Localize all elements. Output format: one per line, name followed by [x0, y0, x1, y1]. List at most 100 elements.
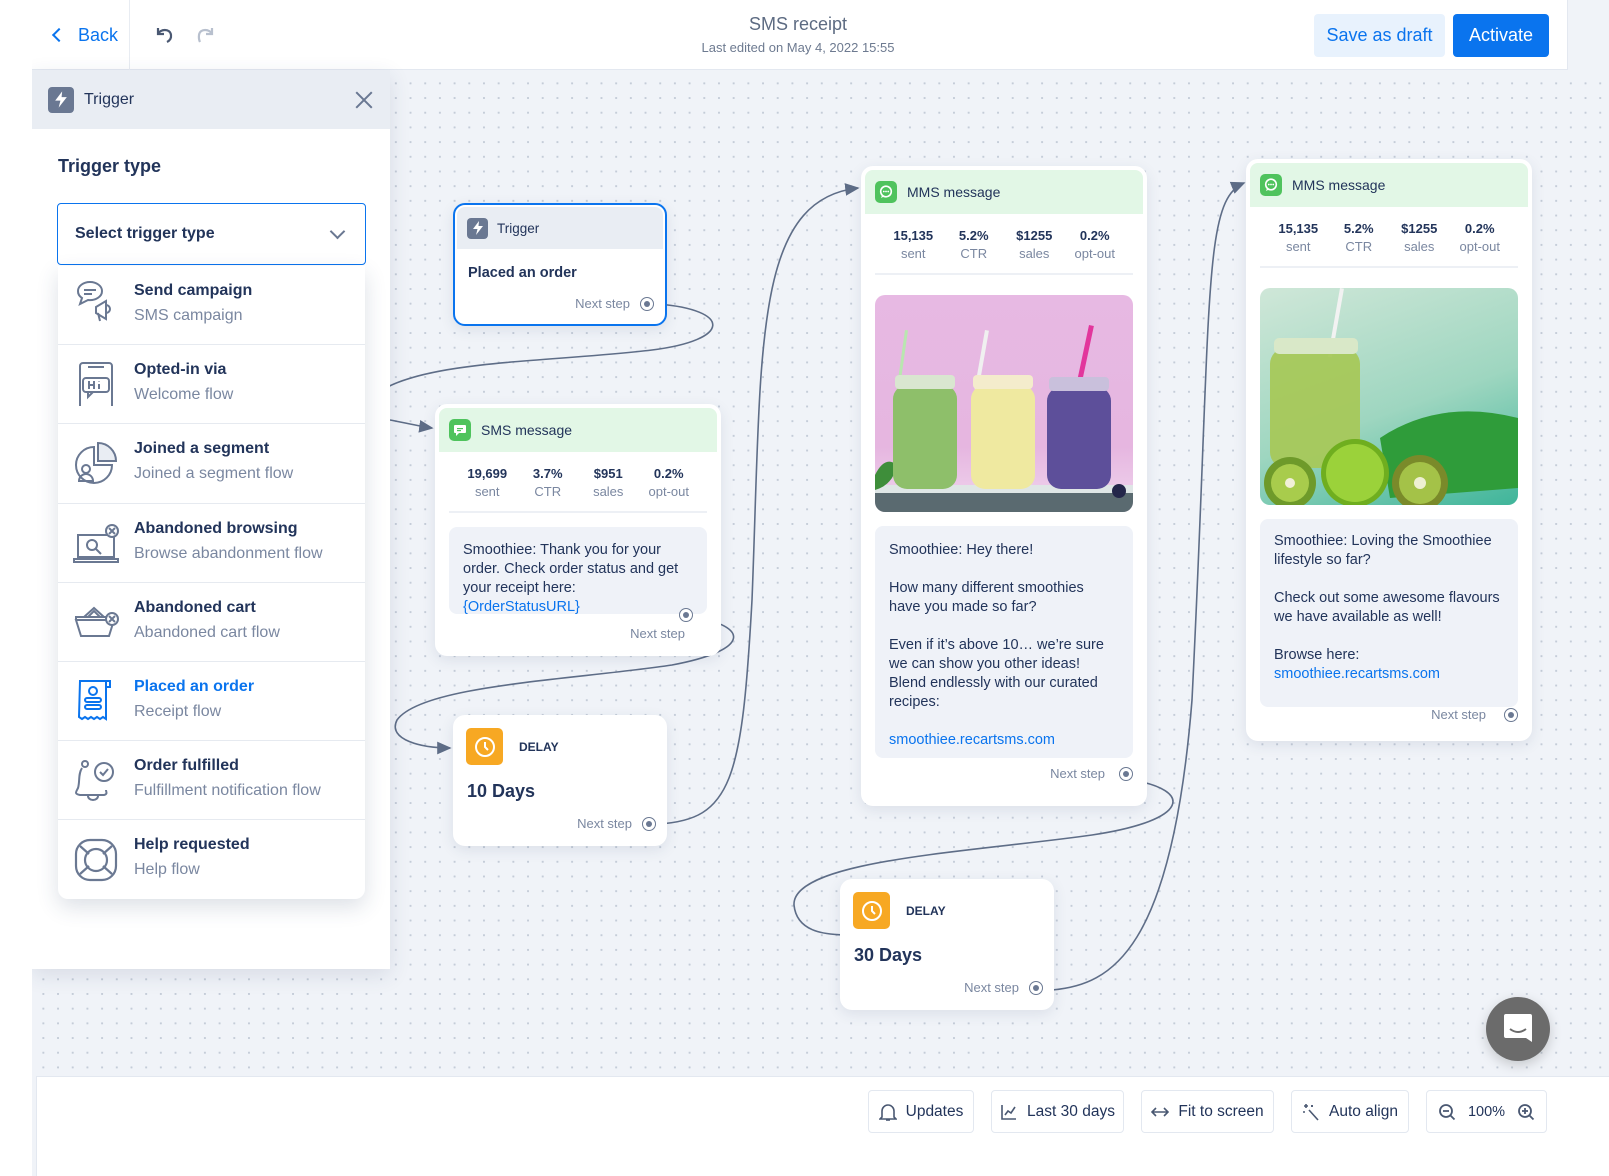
mms-1-link[interactable]: smoothiee.recartsms.com: [889, 731, 1119, 750]
trigger-type-label: Trigger type: [58, 156, 162, 176]
redo-icon[interactable]: [194, 22, 218, 46]
megaphone-chat-icon: [77, 281, 111, 322]
sms-message-bubble: Smoothiee: Thank you for your order. Che…: [449, 527, 707, 615]
stat-opt-out: 0.2% opt-out: [1074, 228, 1115, 261]
support-chat-button[interactable]: [1486, 997, 1550, 1061]
updates-label: Updates: [905, 1102, 964, 1120]
date-range-button[interactable]: Last 30 days: [991, 1090, 1124, 1133]
clock-icon: [853, 892, 890, 929]
mms-2-paragraph: Browse here:: [1274, 647, 1360, 663]
delay-label: DELAY: [519, 739, 559, 754]
option-joined-segment[interactable]: Joined a segment Joined a segment flow: [58, 424, 365, 504]
option-order-fulfilled[interactable]: Order fulfilled Fulfillment notification …: [58, 741, 365, 821]
auto-align-label: Auto align: [1329, 1102, 1398, 1120]
mms-1-stats: 15,135 sent 5.2% CTR $1255 sales 0.2% opt-ou…: [875, 214, 1133, 275]
next-step-handle[interactable]: Next step: [577, 816, 656, 831]
stat-sales: $1255 sales: [1016, 228, 1053, 261]
trigger-node-header: Trigger: [457, 207, 663, 249]
connector-dot-icon: [679, 608, 693, 622]
arrows-horizontal-icon: [1151, 1106, 1170, 1117]
option-title: Joined a segment: [134, 440, 270, 458]
stat-opt-out: 0.2% opt-out: [648, 466, 689, 499]
top-bar: Back SMS receipt Last edited on May 4, 2…: [32, 0, 1568, 70]
bottom-toolbar: Updates Last 30 days Fit to screen Auto …: [36, 1076, 1609, 1176]
lightning-icon: [48, 86, 74, 113]
save-as-draft-button[interactable]: Save as draft: [1314, 14, 1445, 57]
stat-sent: 15,135 sent: [893, 228, 934, 261]
connector-dot-icon: [642, 816, 656, 831]
trigger-panel-header: Trigger: [32, 70, 390, 129]
next-step-label: Next step: [1431, 707, 1486, 722]
connector-dot-icon: [1504, 707, 1518, 722]
green-smoothie-illustration: [1264, 288, 1518, 505]
delay-value: 10 Days: [467, 781, 536, 801]
sms-message-text: Smoothiee: Thank you for your order. Che…: [463, 542, 679, 596]
mms-chat-icon: [875, 181, 897, 203]
next-step-handle[interactable]: [679, 608, 693, 622]
connector-dot-icon: [640, 296, 654, 311]
sms-node-title: SMS message: [481, 422, 573, 438]
delay-1-header: DELAY: [466, 728, 559, 765]
delay-value: 30 Days: [854, 945, 923, 965]
next-step-handle[interactable]: Next step: [1050, 766, 1133, 781]
trigger-node[interactable]: Trigger Placed an order Next step: [453, 203, 667, 326]
mms-message-node-2[interactable]: MMS message 15,135 sent 5.2% CTR $1255 sale…: [1246, 159, 1532, 741]
option-abandoned-browsing[interactable]: Abandoned browsing Browse abandonment flo…: [58, 504, 365, 583]
connector-dot-icon: [1029, 980, 1043, 995]
back-button[interactable]: Back: [32, 0, 130, 70]
next-step-label: Next step: [577, 816, 632, 831]
flow-editor: Back SMS receipt Last edited on May 4, 2…: [32, 0, 1609, 1176]
auto-align-button[interactable]: Auto align: [1291, 1090, 1409, 1133]
trigger-type-placeholder: Select trigger type: [75, 225, 215, 242]
mms-1-paragraph: Even if it’s above 10… we’re sure we can…: [889, 637, 1104, 710]
activate-button[interactable]: Activate: [1453, 14, 1549, 57]
delay-node-2[interactable]: DELAY 30 Days Next step: [840, 879, 1054, 1010]
option-title: Abandoned browsing: [134, 519, 298, 537]
trigger-type-select[interactable]: Select trigger type: [57, 203, 366, 265]
fit-to-screen-label: Fit to screen: [1178, 1102, 1264, 1120]
option-title: Opted-in via: [134, 361, 227, 379]
mms-2-link[interactable]: smoothiee.recartsms.com: [1274, 665, 1504, 684]
next-step-handle[interactable]: Next step: [1431, 707, 1518, 722]
next-step-handle[interactable]: Next step: [964, 980, 1043, 995]
mms-1-header: MMS message: [865, 170, 1143, 214]
mms-1-paragraph: Smoothiee: Hey there!: [889, 542, 1034, 558]
mms-2-image: [1260, 288, 1518, 505]
zoom-in-icon[interactable]: [1517, 1103, 1535, 1121]
stat-opt-out: 0.2% opt-out: [1459, 221, 1500, 254]
bell-icon: [878, 1103, 897, 1121]
chevron-down-icon: [329, 223, 346, 240]
undo-icon[interactable]: [152, 22, 176, 46]
mms-message-node-1[interactable]: MMS message 15,135 sent 5.2% CTR $1255 sale…: [861, 166, 1147, 806]
mms-1-paragraph: How many different smoothies have you ma…: [889, 580, 1084, 615]
order-status-url-token[interactable]: {OrderStatusURL}: [463, 599, 580, 615]
stat-sales: $1255 sales: [1401, 221, 1438, 254]
option-opted-in-via[interactable]: Opted-in via Welcome flow: [58, 345, 365, 425]
next-step-handle[interactable]: Next step: [575, 296, 654, 311]
bell-check-icon: [75, 760, 114, 802]
next-step-label: Next step: [964, 980, 1019, 995]
mms-1-image: [875, 295, 1133, 512]
updates-button[interactable]: Updates: [868, 1090, 974, 1133]
stat-sent: 15,135 sent: [1278, 221, 1319, 254]
zoom-level: 100%: [1467, 1103, 1506, 1120]
option-abandoned-cart[interactable]: Abandoned cart Abandoned cart flow: [58, 583, 365, 662]
line-chart-icon: [1001, 1104, 1017, 1120]
stat-sales: $951 sales: [593, 466, 624, 499]
flow-title: SMS receipt: [748, 14, 848, 34]
trigger-node-value: Placed an order: [468, 265, 577, 281]
stat-ctr: 5.2% CTR: [958, 228, 989, 261]
fit-to-screen-button[interactable]: Fit to screen: [1141, 1090, 1274, 1133]
laptop-search-icon: [73, 523, 119, 563]
zoom-out-icon[interactable]: [1438, 1103, 1456, 1121]
option-placed-an-order[interactable]: Placed an order Receipt flow: [58, 662, 365, 742]
close-icon[interactable]: [354, 90, 374, 110]
option-title: Help requested: [134, 836, 250, 854]
sms-message-node[interactable]: SMS message 19,699 sent 3.7% CTR $951 sales…: [435, 404, 721, 656]
zoom-controls: 100%: [1426, 1090, 1547, 1133]
next-step-label: Next step: [1050, 766, 1105, 781]
option-send-campaign[interactable]: Send campaign SMS campaign: [58, 266, 365, 346]
option-help-requested[interactable]: Help requested Help flow: [58, 820, 365, 899]
magic-wand-icon: [1303, 1103, 1319, 1121]
delay-node-1[interactable]: DELAY 10 Days Next step: [453, 715, 667, 846]
